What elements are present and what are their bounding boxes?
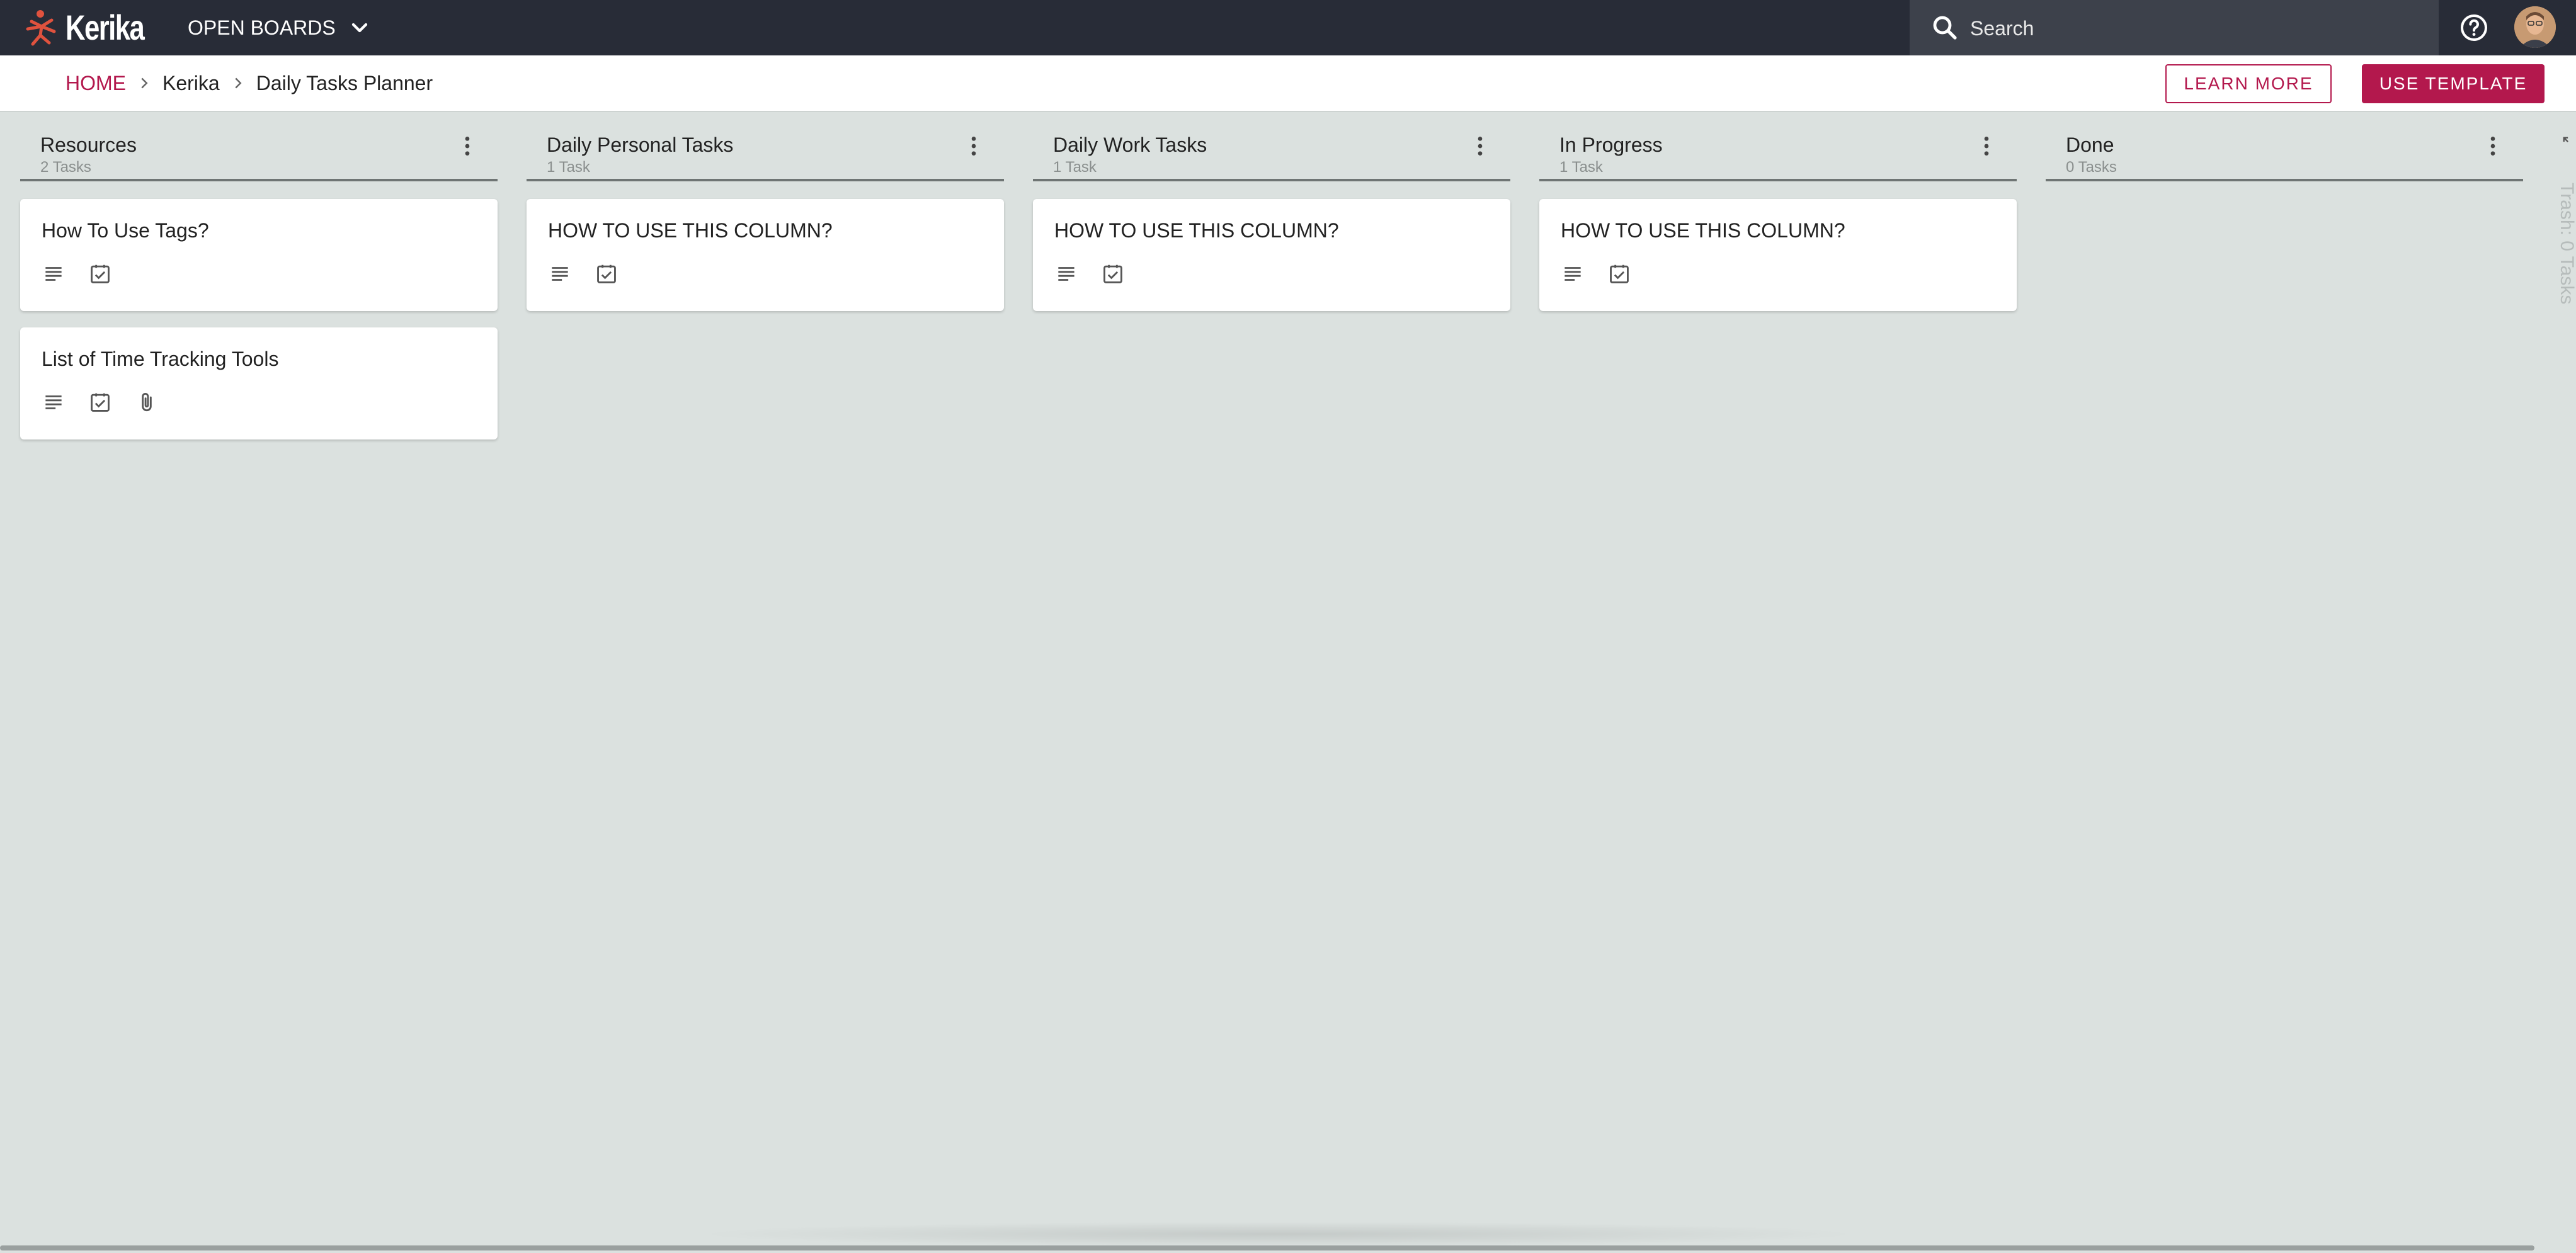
app-logo-text[interactable]: Kerika bbox=[66, 4, 145, 52]
chevron-right-icon bbox=[235, 77, 242, 89]
chevron-right-icon bbox=[141, 77, 148, 89]
top-bar: Kerika OPEN BOARDS bbox=[0, 0, 2576, 55]
column-title: Daily Work Tasks bbox=[1053, 133, 1207, 156]
column-task-count: 0 Tasks bbox=[2066, 159, 2117, 176]
column-daily-personal-tasks: Daily Personal Tasks 1 Task HOW TO USE T… bbox=[527, 120, 1004, 311]
search-box[interactable] bbox=[1910, 0, 2439, 55]
kerika-logo-icon[interactable] bbox=[23, 8, 63, 48]
trash-column-label[interactable]: Trash: 0 Tasks bbox=[2556, 183, 2576, 304]
description-icon bbox=[552, 267, 568, 281]
expand-icon[interactable] bbox=[2562, 136, 2576, 150]
checklist-icon bbox=[1610, 264, 1629, 283]
task-card[interactable]: How To Use Tags? bbox=[20, 199, 498, 311]
column-header: Resources 2 Tasks bbox=[20, 120, 498, 181]
attachment-icon bbox=[142, 392, 152, 412]
column-task-count: 1 Task bbox=[547, 159, 590, 176]
user-avatar[interactable] bbox=[2514, 6, 2556, 48]
use-template-button[interactable]: USE TEMPLATE bbox=[2362, 64, 2545, 103]
task-card-title: HOW TO USE THIS COLUMN? bbox=[548, 219, 833, 242]
open-boards-menu[interactable]: OPEN BOARDS bbox=[188, 0, 372, 55]
task-card[interactable]: HOW TO USE THIS COLUMN? bbox=[1539, 199, 2017, 311]
search-icon bbox=[1933, 16, 1957, 40]
learn-more-button[interactable]: LEARN MORE bbox=[2165, 64, 2332, 103]
more-vert-icon[interactable] bbox=[1974, 132, 1999, 160]
more-vert-icon[interactable] bbox=[1468, 132, 1493, 160]
description-icon bbox=[45, 267, 62, 281]
open-boards-label: OPEN BOARDS bbox=[188, 16, 336, 39]
breadcrumb-item-kerika[interactable]: Kerika bbox=[162, 72, 220, 95]
horizontal-scrollbar[interactable] bbox=[0, 1245, 2534, 1250]
checklist-icon bbox=[91, 264, 110, 283]
column-header: In Progress 1 Task bbox=[1539, 120, 2017, 181]
column-header: Done 0 Tasks bbox=[2046, 120, 2523, 181]
column-title: Daily Personal Tasks bbox=[547, 133, 734, 156]
checklist-icon bbox=[91, 393, 110, 412]
column-title: Done bbox=[2066, 133, 2114, 156]
task-card-icons bbox=[42, 390, 159, 414]
column-in-progress: In Progress 1 Task HOW TO USE THIS COLUM… bbox=[1539, 120, 2017, 311]
task-card-icons bbox=[548, 262, 618, 286]
board-header: HOME Kerika Daily Tasks Planner LEARN MO… bbox=[0, 55, 2576, 112]
column-header: Daily Personal Tasks 1 Task bbox=[527, 120, 1004, 181]
column-task-count: 1 Task bbox=[1559, 159, 1603, 176]
more-vert-icon[interactable] bbox=[961, 132, 986, 160]
task-card-title: HOW TO USE THIS COLUMN? bbox=[1561, 219, 1845, 242]
column-title: In Progress bbox=[1559, 133, 1663, 156]
task-card[interactable]: HOW TO USE THIS COLUMN? bbox=[527, 199, 1004, 311]
help-icon[interactable] bbox=[2459, 13, 2489, 43]
task-card-icons bbox=[1561, 262, 1631, 286]
task-card[interactable]: HOW TO USE THIS COLUMN? bbox=[1033, 199, 1510, 311]
search-input[interactable] bbox=[1969, 9, 2412, 48]
scroll-shadow bbox=[693, 1222, 1864, 1247]
breadcrumb-item-board: Daily Tasks Planner bbox=[256, 71, 433, 94]
checklist-icon bbox=[597, 264, 616, 283]
column-task-count: 2 Tasks bbox=[40, 159, 91, 176]
breadcrumb: HOME Kerika Daily Tasks Planner bbox=[66, 55, 433, 111]
column-resources: Resources 2 Tasks How To Use Tags? List … bbox=[20, 120, 498, 439]
task-card-title: List of Time Tracking Tools bbox=[42, 348, 279, 370]
task-card-title: HOW TO USE THIS COLUMN? bbox=[1054, 219, 1339, 242]
more-vert-icon[interactable] bbox=[455, 132, 480, 160]
description-icon bbox=[45, 395, 62, 409]
column-task-count: 1 Task bbox=[1053, 159, 1097, 176]
chevron-down-icon bbox=[351, 23, 367, 33]
avatar-image bbox=[2514, 6, 2556, 48]
task-card-title: How To Use Tags? bbox=[42, 219, 209, 242]
task-card-icons bbox=[42, 262, 112, 286]
column-title: Resources bbox=[40, 133, 137, 156]
breadcrumb-home-link[interactable]: HOME bbox=[66, 72, 126, 95]
description-icon bbox=[1058, 267, 1074, 281]
more-vert-icon[interactable] bbox=[2480, 132, 2505, 160]
column-daily-work-tasks: Daily Work Tasks 1 Task HOW TO USE THIS … bbox=[1033, 120, 1510, 311]
column-header: Daily Work Tasks 1 Task bbox=[1033, 120, 1510, 181]
column-done: Done 0 Tasks bbox=[2046, 120, 2523, 181]
task-card[interactable]: List of Time Tracking Tools bbox=[20, 327, 498, 439]
task-card-icons bbox=[1054, 262, 1125, 286]
description-icon bbox=[1564, 267, 1581, 281]
checklist-icon bbox=[1103, 264, 1122, 283]
